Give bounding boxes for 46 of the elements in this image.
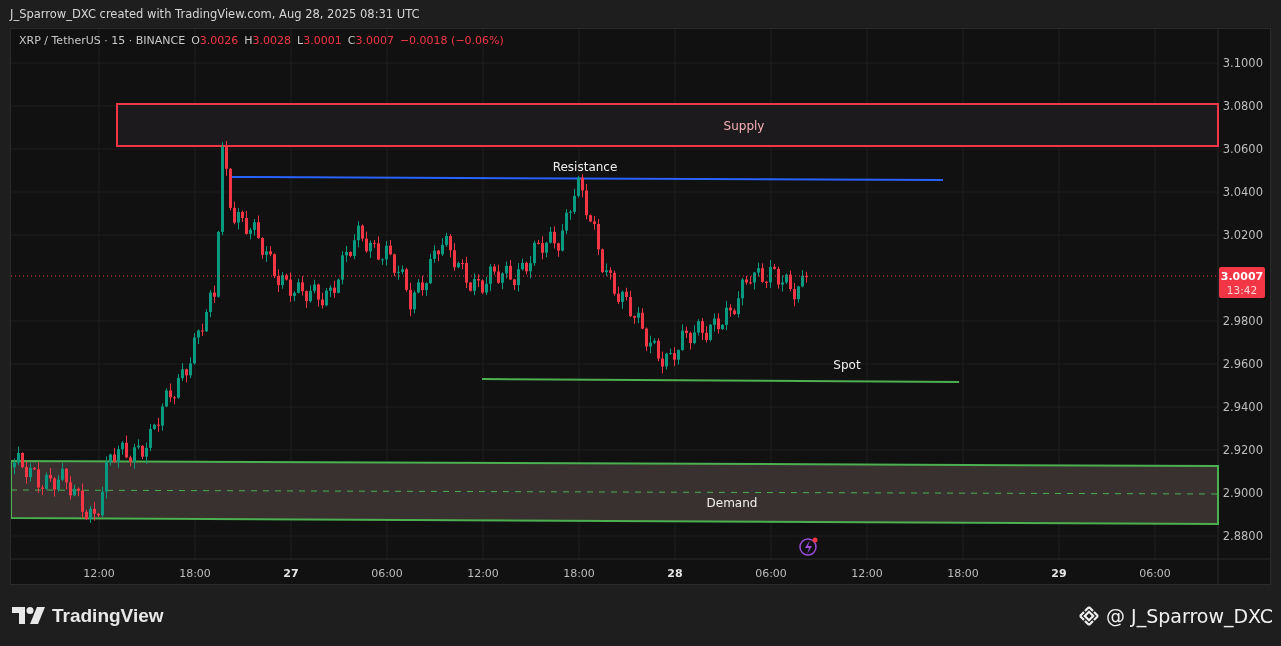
countdown-label: 13:42: [1226, 284, 1258, 296]
ohlc-value: 3.0028: [252, 34, 292, 47]
price-axis-label: 2.8800: [1222, 529, 1263, 543]
line-label: Resistance: [552, 160, 618, 174]
price-axis-label: 2.9200: [1222, 443, 1263, 457]
chart-caption: J_Sparrow_DXC created with TradingView.com, Aug 28, 2025 08:31 UTC: [8, 6, 421, 23]
ohlc-label: L: [297, 34, 304, 47]
price-axis-label: 2.9000: [1222, 486, 1263, 500]
price-axis-label: 2.9400: [1222, 400, 1263, 414]
price-axis-label: 3.0200: [1222, 228, 1263, 242]
line-label: Spot: [833, 358, 861, 372]
time-axis-label: 28: [667, 567, 683, 580]
ohlc-value: 3.0007: [355, 34, 394, 47]
logo-icon: [12, 607, 46, 624]
time-axis-label: 18:00: [179, 567, 211, 580]
price-axis-label: 3.1000: [1222, 56, 1263, 70]
ohlc-label: H: [244, 34, 253, 47]
symbol-label: XRP / TetherUS · 15 · BINANCE: [19, 34, 186, 47]
zone-label: Demand: [706, 496, 758, 510]
time-axis-label: 12:00: [851, 567, 883, 580]
time-axis-label: 29: [1051, 567, 1067, 580]
time-axis-label: 12:00: [467, 567, 499, 580]
time-axis-label: 06:00: [371, 567, 403, 580]
price-axis-label: 3.0600: [1222, 142, 1263, 156]
time-axis-label: 27: [283, 567, 299, 580]
ohlc-label: O: [191, 34, 200, 47]
zone-label: Supply: [723, 119, 765, 133]
price-axis-label: 2.9600: [1222, 357, 1263, 371]
price-axis-label: 2.9800: [1222, 314, 1263, 328]
price-badge: [1219, 267, 1265, 298]
ohlc-value: 3.0001: [303, 34, 342, 47]
time-axis-label: 06:00: [755, 567, 787, 580]
brand-name: TradingView: [52, 604, 164, 627]
ohlc-value: 3.0026: [199, 34, 239, 47]
time-axis-label: 12:00: [83, 567, 115, 580]
author-handle: @ J_Sparrow_DXC: [1106, 604, 1273, 627]
diamond-icon: [1078, 604, 1100, 627]
ohlc-label: C: [347, 34, 356, 47]
price-axis-label: 3.0800: [1222, 99, 1263, 113]
time-axis-label: 06:00: [1139, 567, 1171, 580]
time-axis-label: 18:00: [563, 567, 595, 580]
lightning-icon[interactable]: [799, 537, 818, 556]
last-price-label: 3.0007: [1220, 270, 1264, 283]
price-change: −0.0018 (−0.06%): [399, 34, 504, 47]
price-axis-label: 3.0400: [1222, 185, 1263, 199]
time-axis-label: 18:00: [947, 567, 979, 580]
